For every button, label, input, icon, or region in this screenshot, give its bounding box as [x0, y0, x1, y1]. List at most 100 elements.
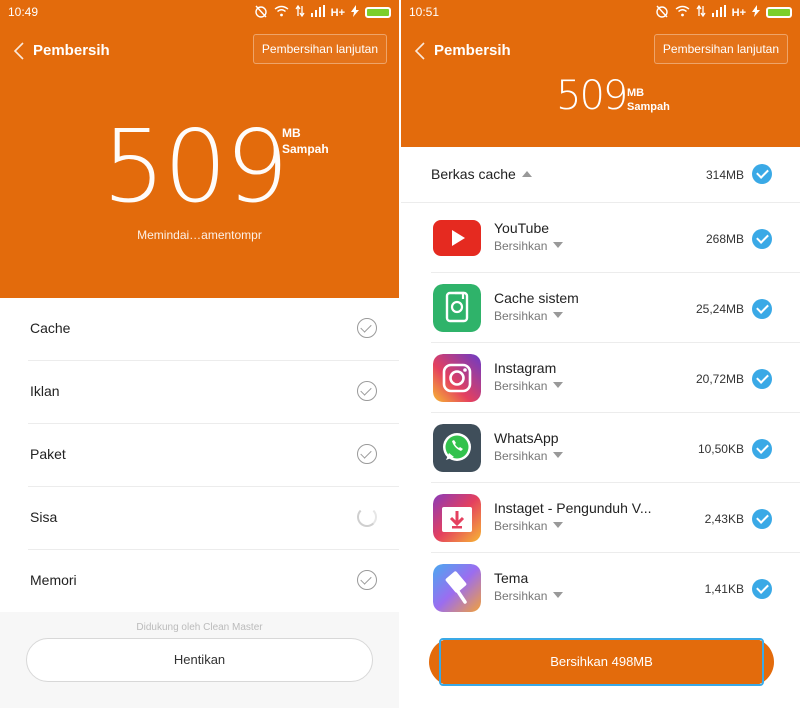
left-screen: 10:49 H+ Pembersih Pembersihan lanjutan …	[0, 0, 399, 708]
loading-spinner-icon	[357, 507, 377, 527]
app-checkbox[interactable]	[752, 369, 772, 389]
junk-amount: 509	[556, 73, 628, 119]
signal-icon	[711, 5, 726, 20]
app-size: 2,43KB	[704, 512, 744, 526]
status-time: 10:51	[409, 5, 440, 19]
app-name: Instaget - Pengunduh V...	[494, 500, 652, 516]
page-title: Pembersih	[33, 42, 110, 59]
app-name: Instagram	[494, 360, 557, 376]
caret-down-icon	[553, 592, 564, 598]
instagram-icon	[433, 354, 481, 402]
status-time: 10:49	[8, 5, 39, 19]
cache-section-label: Berkas cache	[431, 166, 532, 182]
wifi-icon	[675, 5, 690, 20]
category-packages: Paket	[28, 424, 399, 487]
app-name: Tema	[494, 570, 529, 586]
junk-unit-label: MB Sampah	[627, 87, 670, 113]
clean-option-dropdown[interactable]: Bersihkan	[494, 449, 564, 463]
list-item[interactable]: WhatsApp Bersihkan 10,50KB	[401, 413, 800, 483]
advanced-clean-button[interactable]: Pembersihan lanjutan	[653, 34, 788, 64]
back-icon[interactable]	[413, 40, 431, 62]
status-bar: 10:49 H+	[0, 0, 399, 24]
clean-option-dropdown[interactable]: Bersihkan	[494, 589, 564, 603]
category-label: Paket	[30, 446, 66, 462]
alarm-off-icon	[655, 4, 669, 21]
list-item[interactable]: Cache sistem Bersihkan 25,24MB	[401, 273, 800, 343]
toolbar: Pembersih Pembersihan lanjutan	[0, 30, 399, 72]
charging-icon	[752, 5, 760, 20]
app-checkbox[interactable]	[752, 439, 772, 459]
app-checkbox[interactable]	[752, 579, 772, 599]
app-name: Cache sistem	[494, 290, 579, 306]
category-cache: Cache	[28, 298, 399, 361]
footer: Didukung oleh Clean Master Hentikan	[0, 612, 399, 708]
caret-down-icon	[553, 382, 564, 388]
right-screen: 10:51 H+ Pembersih Pembersihan lanjutan …	[401, 0, 800, 708]
back-icon[interactable]	[12, 40, 30, 62]
category-residual: Sisa	[28, 487, 399, 550]
wifi-icon	[274, 5, 289, 20]
data-transfer-icon	[696, 4, 706, 20]
category-label: Cache	[30, 320, 71, 336]
app-checkbox[interactable]	[752, 509, 772, 529]
whatsapp-icon	[433, 424, 481, 472]
clean-option-dropdown[interactable]: Bersihkan	[494, 519, 564, 533]
stop-button[interactable]: Hentikan	[26, 638, 373, 682]
network-type: H+	[330, 6, 345, 19]
list-item[interactable]: YouTube Bersihkan 268MB	[401, 203, 800, 273]
cache-section-size: 314MB	[705, 168, 744, 182]
check-circle-icon	[357, 318, 377, 338]
app-name: WhatsApp	[494, 430, 559, 446]
app-size: 10,50KB	[697, 442, 744, 456]
network-type: H+	[731, 6, 746, 19]
category-label: Memori	[30, 572, 77, 588]
list-item[interactable]: Instaget - Pengunduh V... Bersihkan 2,43…	[401, 483, 800, 553]
signal-icon	[310, 5, 325, 20]
caret-down-icon	[553, 452, 564, 458]
app-name: YouTube	[494, 220, 550, 236]
charging-icon	[351, 5, 359, 20]
clean-option-dropdown[interactable]: Bersihkan	[494, 379, 564, 393]
list-item[interactable]: Instagram Bersihkan 20,72MB	[401, 343, 800, 413]
alarm-off-icon	[254, 4, 268, 21]
instaget-icon	[433, 494, 481, 542]
clean-option-dropdown[interactable]: Bersihkan	[494, 239, 564, 253]
powered-by-text: Didukung oleh Clean Master	[136, 622, 263, 633]
page-title: Pembersih	[434, 42, 511, 59]
category-label: Sisa	[30, 509, 58, 525]
category-memory: Memori	[28, 550, 399, 613]
select-all-checkbox[interactable]	[752, 164, 772, 184]
caret-down-icon	[553, 522, 564, 528]
app-size: 20,72MB	[695, 372, 744, 386]
clean-option-dropdown[interactable]: Bersihkan	[494, 309, 564, 323]
data-transfer-icon	[295, 4, 305, 20]
scan-category-list: Cache Iklan Paket Sisa Memori	[0, 298, 399, 613]
caret-down-icon	[553, 312, 564, 318]
toolbar: Pembersih Pembersihan lanjutan	[401, 30, 800, 72]
clean-button[interactable]: Bersihkan 498MB	[439, 638, 764, 686]
theme-icon	[433, 564, 481, 612]
junk-unit-label: MB Sampah	[282, 126, 329, 156]
junk-amount: 509	[102, 108, 289, 225]
check-circle-icon	[357, 381, 377, 401]
app-checkbox[interactable]	[752, 299, 772, 319]
category-ads: Iklan	[28, 361, 399, 424]
cache-section-header[interactable]: Berkas cache 314MB	[401, 147, 800, 203]
clean-button-container: Bersihkan 498MB	[429, 638, 774, 686]
app-size: 25,24MB	[695, 302, 744, 316]
check-circle-icon	[357, 570, 377, 590]
app-checkbox[interactable]	[752, 229, 772, 249]
youtube-icon	[433, 214, 481, 262]
battery-icon	[365, 7, 391, 18]
caret-down-icon	[553, 242, 564, 248]
advanced-clean-button[interactable]: Pembersihan lanjutan	[252, 34, 387, 64]
category-label: Iklan	[30, 383, 60, 399]
caret-up-icon	[521, 171, 532, 177]
check-circle-icon	[357, 444, 377, 464]
list-item[interactable]: Tema Bersihkan 1,41KB	[401, 553, 800, 623]
battery-icon	[766, 7, 792, 18]
app-size: 268MB	[705, 232, 744, 246]
system-cache-icon	[433, 284, 481, 332]
status-bar: 10:51 H+	[401, 0, 800, 24]
scan-status: Memindai…amentompr	[137, 228, 262, 242]
